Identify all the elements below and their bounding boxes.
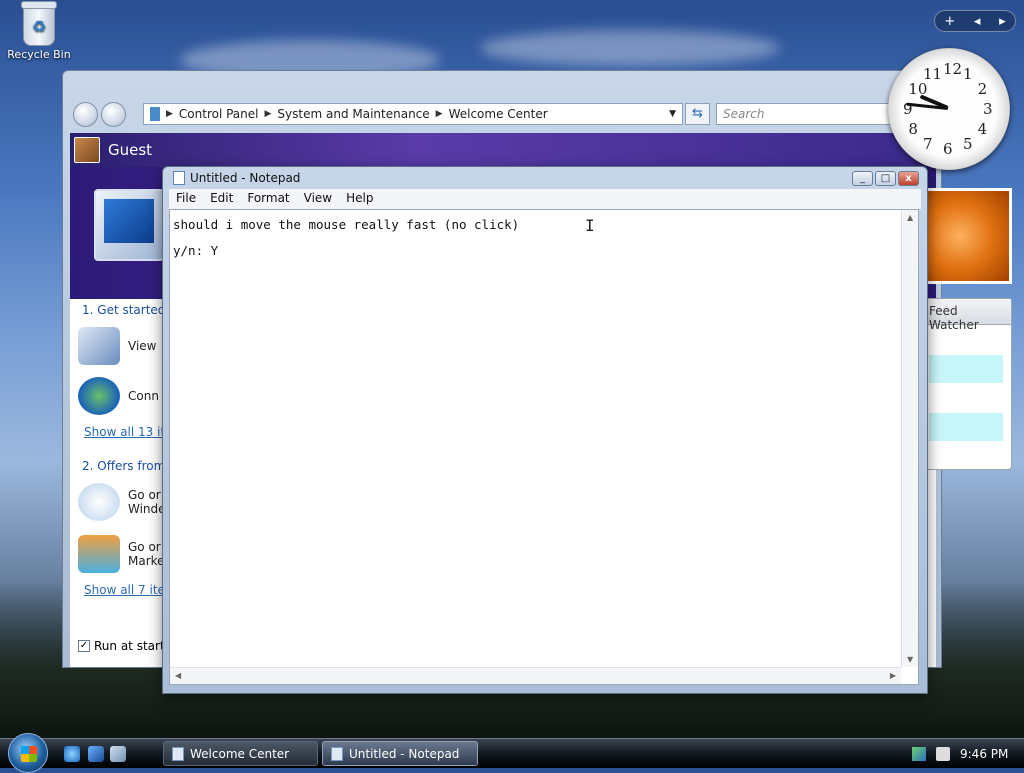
user-avatar-icon	[74, 137, 100, 163]
section-offers-title: 2. Offers from	[82, 459, 166, 473]
clock-number: 6	[943, 140, 953, 158]
clock-number: 2	[977, 80, 988, 98]
clock-number: 7	[923, 134, 933, 153]
task-connect[interactable]: Conn	[78, 377, 159, 415]
breadcrumb-arrow-icon: ▶	[264, 109, 272, 119]
taskbar-notepad[interactable]: Untitled - Notepad	[322, 741, 478, 766]
maximize-button[interactable]: □	[875, 171, 896, 186]
task-go-online-windows[interactable]: Go or Winde	[78, 483, 166, 521]
notepad-icon	[173, 171, 185, 185]
internet-explorer-icon[interactable]	[64, 746, 80, 762]
recycle-bin[interactable]: Recycle Bin	[6, 1, 72, 61]
scroll-left-icon[interactable]: ◀	[175, 671, 181, 680]
clock-number: 12	[943, 60, 963, 78]
clock-number: 4	[977, 120, 988, 138]
clock-number: 1	[963, 65, 973, 84]
text-line: should i move the mouse really fast (no …	[173, 217, 520, 232]
sidebar-controls: + ◂ ▸	[934, 10, 1016, 32]
taskbar-welcome-center[interactable]: Welcome Center	[163, 741, 318, 766]
notepad-titlebar[interactable]: Untitled - Notepad	[173, 171, 300, 185]
recycle-bin-label: Recycle Bin	[7, 48, 71, 61]
menu-file[interactable]: File	[171, 189, 201, 209]
user-header: Guest	[70, 133, 936, 167]
clock-number: 5	[963, 134, 973, 153]
text-line: y/n: Y	[173, 243, 219, 258]
refresh-button[interactable]: ⇆	[685, 103, 710, 125]
taskbar-clock[interactable]: 9:46 PM	[960, 747, 1008, 761]
marketplace-basket-icon	[78, 535, 120, 573]
text-editor[interactable]: should i move the mouse really fast (no …	[169, 209, 919, 685]
breadcrumb-arrow-icon: ▶	[435, 109, 443, 119]
switch-windows-icon[interactable]	[110, 746, 126, 762]
clock-number: 8	[908, 120, 918, 138]
address-bar[interactable]: ▶ Control Panel ▶ System and Maintenance…	[143, 103, 683, 125]
feed-item[interactable]	[929, 384, 1003, 412]
menu-bar: File Edit Format View Help	[169, 189, 921, 209]
show-desktop-icon[interactable]	[88, 746, 104, 762]
user-name: Guest	[108, 141, 153, 159]
run-at-startup-label: Run at startu	[94, 639, 173, 653]
back-button[interactable]	[73, 102, 98, 127]
horizontal-scrollbar[interactable]: ◀ ▶	[170, 667, 901, 684]
window-controls: _ □ x	[852, 171, 919, 186]
computer-icon	[94, 189, 164, 261]
menu-edit[interactable]: Edit	[205, 189, 238, 209]
menu-help[interactable]: Help	[341, 189, 378, 209]
menu-view[interactable]: View	[299, 189, 337, 209]
editor-text[interactable]: should i move the mouse really fast (no …	[173, 212, 519, 264]
run-at-startup-checkbox[interactable]: ✓ Run at startu	[78, 639, 172, 653]
notepad-icon	[331, 746, 343, 761]
breadcrumb-arrow-icon: ▶	[166, 109, 173, 119]
control-panel-icon	[150, 107, 160, 121]
add-gadget-button[interactable]: +	[944, 14, 955, 29]
search-input[interactable]: Search	[716, 103, 896, 125]
feed-title: Feed Watcher	[925, 299, 1011, 332]
notepad-window: Untitled - Notepad _ □ x File Edit Forma…	[162, 166, 928, 694]
scroll-down-icon[interactable]: ▼	[907, 655, 913, 664]
monitor-icon	[78, 327, 120, 365]
next-gadget-button[interactable]: ▸	[999, 14, 1006, 29]
feed-item[interactable]	[929, 442, 1003, 470]
minimize-button[interactable]: _	[852, 171, 873, 186]
globe-icon	[78, 377, 120, 415]
feed-item[interactable]	[929, 413, 1003, 441]
network-icon[interactable]	[912, 747, 926, 761]
breadcrumb-control-panel[interactable]: Control Panel	[179, 107, 259, 121]
task-label: Go or Winde	[128, 488, 166, 516]
forward-button[interactable]	[101, 102, 126, 127]
navigation-bar: ▶ Control Panel ▶ System and Maintenance…	[71, 101, 941, 127]
taskbar-button-label: Untitled - Notepad	[349, 746, 460, 761]
task-go-online-marketplace[interactable]: Go or Marke	[78, 535, 165, 573]
feed-watcher-gadget[interactable]: Feed Watcher	[924, 298, 1012, 470]
breadcrumb-welcome-center[interactable]: Welcome Center	[449, 107, 548, 121]
windows-logo-icon	[78, 483, 120, 521]
clock-number: 11	[923, 65, 943, 84]
taskbar: Welcome Center Untitled - Notepad 9:46 P…	[0, 733, 1024, 773]
scroll-up-icon[interactable]: ▲	[907, 213, 913, 222]
close-button[interactable]: x	[898, 171, 919, 186]
feed-item[interactable]	[929, 355, 1003, 383]
notepad-title: Untitled - Notepad	[190, 171, 301, 185]
task-label: Go or Marke	[128, 540, 165, 568]
breadcrumb-system-maintenance[interactable]: System and Maintenance	[277, 107, 429, 121]
menu-format[interactable]: Format	[242, 189, 294, 209]
system-tray: 9:46 PM	[904, 739, 1024, 769]
task-label: View	[128, 339, 157, 353]
clock-number: 3	[983, 100, 993, 118]
previous-gadget-button[interactable]: ◂	[974, 14, 981, 29]
address-dropdown-icon[interactable]: ▼	[669, 109, 676, 119]
clock-gadget[interactable]: 12 1 2 3 4 5 6 7 8 9 10 11	[888, 48, 1010, 170]
recycle-bin-icon	[21, 1, 57, 46]
task-label: Conn	[128, 389, 159, 403]
text-cursor-icon: I	[585, 216, 595, 235]
vertical-scrollbar[interactable]: ▲ ▼	[901, 210, 918, 667]
start-button[interactable]	[8, 733, 48, 773]
volume-muted-icon[interactable]	[936, 747, 950, 761]
welcome-center-icon	[172, 746, 184, 761]
slideshow-gadget[interactable]	[924, 188, 1012, 284]
taskbar-button-label: Welcome Center	[190, 746, 290, 761]
checkbox-checked-icon[interactable]: ✓	[78, 640, 90, 652]
scroll-right-icon[interactable]: ▶	[890, 671, 896, 680]
task-view-details[interactable]: View	[78, 327, 156, 365]
